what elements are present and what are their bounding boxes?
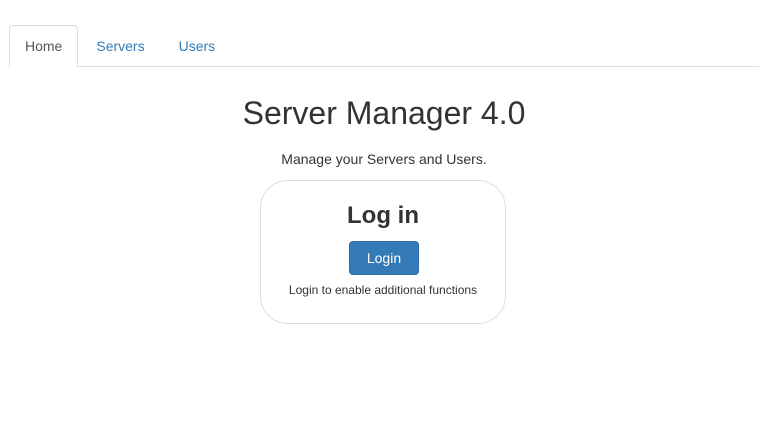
nav-tabs: Home Servers Users xyxy=(9,25,759,67)
page-subtitle: Manage your Servers and Users. xyxy=(281,151,487,167)
login-card-title: Log in xyxy=(347,202,419,229)
tab-servers[interactable]: Servers xyxy=(80,25,160,66)
login-button[interactable]: Login xyxy=(349,241,419,275)
tab-users[interactable]: Users xyxy=(163,25,232,66)
login-card: Log in Login Login to enable additional … xyxy=(260,180,506,324)
tab-home[interactable]: Home xyxy=(9,25,79,67)
login-hint-text: Login to enable additional functions xyxy=(288,283,478,297)
page: Home Servers Users Server Manager 4.0 Ma… xyxy=(0,0,768,436)
page-title: Server Manager 4.0 xyxy=(242,95,526,131)
